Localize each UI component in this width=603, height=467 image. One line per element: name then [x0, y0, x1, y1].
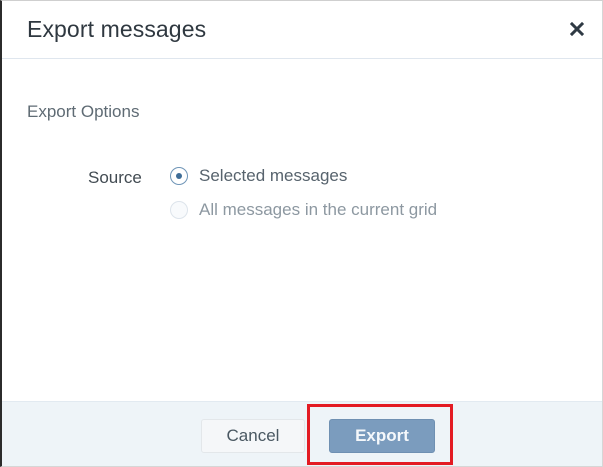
- close-button[interactable]: [566, 18, 588, 40]
- radio-label-all-messages: All messages in the current grid: [199, 200, 438, 219]
- radio-selected-messages[interactable]: Selected messages: [170, 166, 347, 186]
- radio-button-checked[interactable]: [170, 167, 188, 185]
- dialog-header: Export messages: [2, 1, 602, 59]
- dialog-title: Export messages: [27, 16, 207, 42]
- close-x-icon: [570, 22, 584, 36]
- export-button[interactable]: Export: [329, 419, 435, 453]
- source-label: Source: [88, 168, 142, 187]
- radio-button-unchecked[interactable]: [170, 201, 188, 219]
- cancel-button[interactable]: Cancel: [201, 419, 305, 453]
- radio-all-messages[interactable]: All messages in the current grid: [170, 200, 437, 220]
- export-messages-dialog: Export messages Export Options Source Se…: [0, 0, 603, 467]
- export-options-heading: Export Options: [27, 102, 140, 121]
- radio-label-selected-messages: Selected messages: [199, 166, 348, 185]
